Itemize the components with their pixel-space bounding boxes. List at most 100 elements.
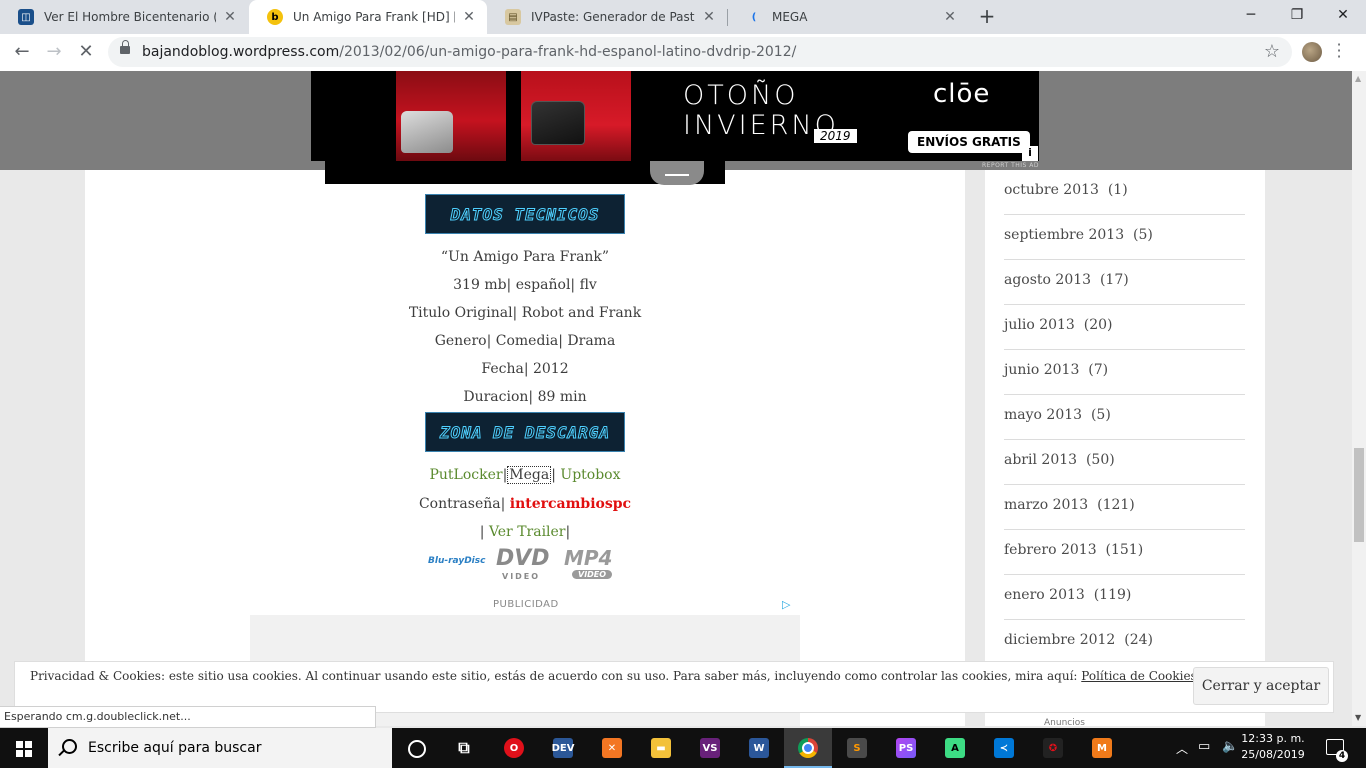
status-bubble: Esperando cm.g.doubleclick.net... [0,706,376,728]
close-window-button[interactable]: ✕ [1320,0,1366,32]
xampp-icon[interactable]: ✕ [588,728,636,768]
tab-hombre-bicentenario[interactable]: ◫ Ver El Hombre Bicentenario (1999 ✕ [0,0,248,34]
forward-arrow-icon[interactable]: → [40,38,68,66]
network-icon[interactable]: ▭ [1198,739,1210,768]
archive-item[interactable]: julio 2013 (20) [1004,317,1245,333]
mega-sync-icon[interactable]: M [1078,728,1126,768]
divider [1004,394,1245,395]
close-tab-icon[interactable]: ✕ [461,9,477,25]
zona-descarga-banner: ZONA DE DESCARGA [425,412,625,452]
word-icon[interactable]: W [735,728,783,768]
archive-item[interactable]: enero 2013 (119) [1004,587,1245,603]
blog-favicon-icon: b [267,9,283,25]
tab-title: Un Amigo Para Frank [HD] [Espa [293,10,455,24]
volume-icon[interactable]: 🔈 [1222,739,1238,768]
duration-line: Duracion| 89 min [463,389,587,405]
taskbar-search[interactable]: Escribe aquí para buscar [48,728,392,768]
putlocker-link[interactable]: PutLocker [429,467,502,483]
cookie-policy-link[interactable]: Política de Cookies. [1081,669,1200,683]
archive-item[interactable]: diciembre 2012 (24) [1004,632,1245,648]
task-view-icon[interactable]: ⧉ [440,728,488,768]
cortana-icon[interactable] [392,728,440,768]
visual-studio-icon[interactable]: VS [686,728,734,768]
adchoices-icon[interactable]: ▷ [782,598,790,611]
page-scrollbar[interactable]: ▲ ▼ [1352,71,1366,726]
movie-title-line: “Un Amigo Para Frank” [440,249,610,265]
profile-avatar[interactable] [1302,42,1322,62]
url-text: bajandoblog.wordpress.com/2013/02/06/un-… [142,44,796,60]
phpstorm-icon[interactable]: PS [882,728,930,768]
divider [1004,304,1245,305]
opera-icon[interactable]: O [490,728,538,768]
close-tab-icon[interactable]: ✕ [701,9,717,25]
tab-title: IVPaste: Generador de Pasta - Pa [531,10,695,24]
archive-item[interactable]: octubre 2013 (1) [1004,182,1245,198]
url-host: bajandoblog.wordpress.com [142,44,340,60]
tray-chevron-icon[interactable]: ︿ [1176,740,1188,768]
archive-item[interactable]: septiembre 2013 (5) [1004,227,1245,243]
report-ad-link[interactable]: REPORT THIS AD [982,162,1039,169]
lock-icon [120,40,130,54]
accept-cookies-button[interactable]: Cerrar y aceptar [1193,667,1329,705]
archive-item[interactable]: abril 2013 (50) [1004,452,1245,468]
address-bar[interactable]: bajandoblog.wordpress.com/2013/02/06/un-… [108,37,1292,67]
scroll-down-arrow-icon[interactable]: ▼ [1355,713,1361,722]
restore-button[interactable]: ❐ [1274,0,1320,32]
ad-info-icon[interactable]: i [1022,146,1038,161]
date-line: Fecha| 2012 [481,361,569,377]
cookie-text: Privacidad & Cookies: este sitio usa coo… [30,669,1201,683]
archive-item[interactable]: mayo 2013 (5) [1004,407,1245,423]
vscode-icon[interactable]: ≺ [980,728,1028,768]
gaming-app-icon[interactable]: ✪ [1029,728,1077,768]
stop-loading-icon[interactable]: ✕ [72,38,100,66]
close-tab-icon[interactable]: ✕ [222,9,238,25]
ad-year: 2019 [814,129,857,143]
ad-collapse-handle[interactable] [650,161,704,185]
tab-un-amigo-para-frank[interactable]: b Un Amigo Para Frank [HD] [Espa ✕ [249,0,487,34]
ad-handbag-image [531,101,585,145]
mega-link[interactable]: Mega [507,466,552,484]
ad-brand-logo: clōe [933,79,991,109]
dvd-logo: DVD [496,546,550,571]
devcpp-icon[interactable]: DEV [539,728,587,768]
archive-item[interactable]: marzo 2013 (121) [1004,497,1245,513]
separator: | [565,524,571,540]
mp4-video-text: VIDEO [572,570,613,579]
genre-line: Genero| Comedia| Drama [434,333,616,349]
close-tab-icon[interactable]: ✕ [942,9,958,25]
search-icon [62,739,77,754]
tab-ivpaste[interactable]: ▤ IVPaste: Generador de Pasta - Pa ✕ [487,0,727,34]
divider [1004,214,1245,215]
ad-shipping-badge[interactable]: ENVÍOS GRATIS [908,131,1030,153]
browser-toolbar: ← → ✕ bajandoblog.wordpress.com/2013/02/… [0,34,1366,72]
uptobox-link[interactable]: Uptobox [560,467,620,483]
minimize-button[interactable]: ─ [1228,0,1274,32]
archive-item[interactable]: febrero 2013 (151) [1004,542,1245,558]
android-studio-icon[interactable]: A [931,728,979,768]
trailer-link[interactable]: Ver Trailer [489,524,566,540]
start-button[interactable] [0,728,48,768]
password-label: Contraseña| [418,496,506,512]
divider [1004,259,1245,260]
archive-item[interactable]: junio 2013 (7) [1004,362,1245,378]
scrollbar-thumb[interactable] [1354,448,1364,542]
back-arrow-icon[interactable]: ← [8,38,36,66]
archive-item[interactable]: agosto 2013 (17) [1004,272,1245,288]
chrome-icon[interactable] [784,728,832,768]
publicidad-label: PUBLICIDAD [493,599,559,610]
ad-banner[interactable]: OTOÑO INVIERNO 2019 clōe ENVÍOS GRATIS i [311,71,1039,161]
divider [1004,439,1245,440]
taskbar-clock[interactable]: 12:33 p. m. 25/08/2019 [1240,731,1306,763]
file-explorer-icon[interactable]: ▬ [637,728,685,768]
ad-handbag-image [401,111,453,153]
tab-mega[interactable]: ( MEGA ✕ [728,0,968,34]
scroll-up-arrow-icon[interactable]: ▲ [1355,74,1361,83]
menu-kebab-icon[interactable]: · · · [1336,37,1342,65]
size-line: 319 mb| español| flv [453,277,597,293]
bookmark-star-icon[interactable]: ☆ [1264,41,1280,62]
windows-logo-icon [16,741,32,757]
new-tab-button[interactable]: + [976,6,998,28]
mp4-logo: MP4 [564,546,613,570]
tab-title: Ver El Hombre Bicentenario (1999 [44,10,216,24]
sublime-text-icon[interactable]: S [833,728,881,768]
